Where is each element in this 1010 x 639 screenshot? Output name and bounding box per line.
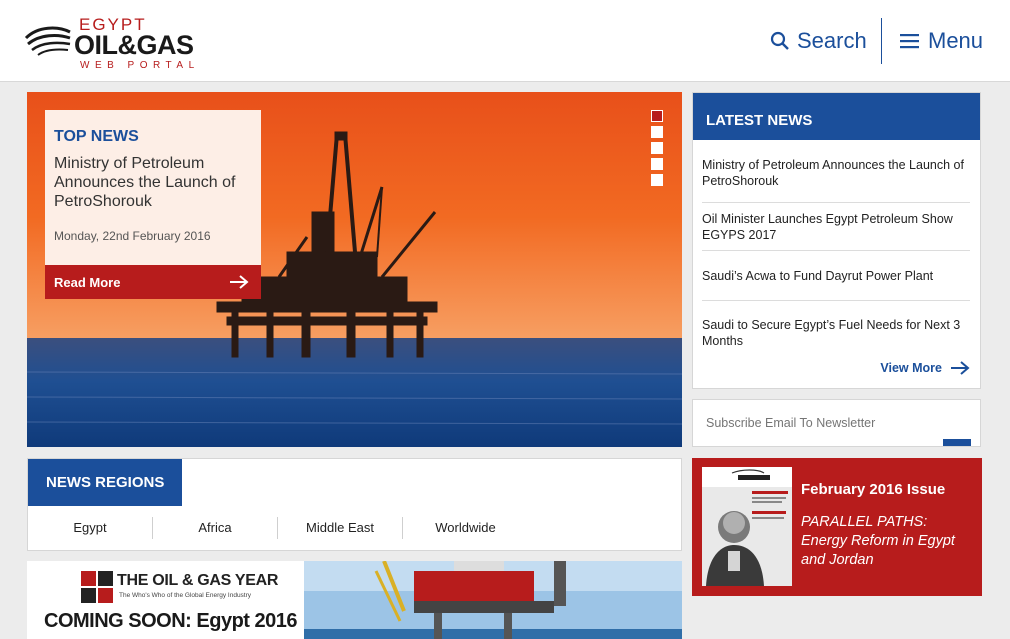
magazine-cover-image[interactable] (702, 467, 792, 586)
latest-news-list: Ministry of Petroleum Announces the Laun… (693, 140, 980, 361)
top-news-label: TOP NEWS (54, 128, 139, 145)
slider-pagination (651, 110, 663, 186)
magazine-issue-panel[interactable]: February 2016 Issue PARALLEL PATHS: Ener… (692, 458, 982, 596)
search-button[interactable]: Search (770, 26, 867, 56)
search-label: Search (797, 28, 867, 53)
subscribe-submit-button[interactable] (943, 439, 971, 446)
hero-slider[interactable]: TOP NEWS Ministry of Petroleum Announces… (27, 92, 682, 447)
latest-news-heading: LATEST NEWS (693, 93, 980, 140)
region-tab-egypt[interactable]: Egypt (28, 517, 153, 539)
news-item[interactable]: Oil Minister Launches Egypt Petroleum Sh… (702, 203, 970, 251)
menu-label: Menu (928, 28, 984, 53)
banner-rig-photo (304, 561, 682, 639)
hamburger-icon (900, 34, 919, 49)
region-tab-africa[interactable]: Africa (153, 517, 278, 539)
site-logo[interactable]: EGYPT OIL&GAS WEB PORTAL (24, 14, 234, 71)
swoosh-icon (24, 26, 71, 56)
cover-illustration (702, 467, 792, 586)
banner-headline: COMING SOON: Egypt 2016 (44, 610, 298, 632)
slide-dot-2[interactable] (651, 126, 663, 138)
region-tabs: Egypt Africa Middle East Worldwide (28, 517, 528, 539)
newsletter-subscribe (692, 399, 981, 447)
read-more-label: Read More (54, 274, 121, 290)
latest-news-panel: LATEST NEWS Ministry of Petroleum Announ… (692, 92, 981, 389)
news-item[interactable]: Saudi’s Acwa to Fund Dayrut Power Plant (702, 251, 970, 301)
view-more-link[interactable]: View More (880, 360, 970, 376)
togy-logo-icon (81, 571, 113, 603)
slide-dot-3[interactable] (651, 142, 663, 154)
news-regions-panel: NEWS REGIONS Egypt Africa Middle East Wo… (27, 458, 682, 551)
slide-dot-5[interactable] (651, 174, 663, 186)
view-more-label: View More (880, 361, 942, 375)
news-item[interactable]: Saudi to Secure Egypt’s Fuel Needs for N… (702, 301, 970, 361)
oil-gas-year-banner[interactable]: THE OIL & GAS YEAR The Who's Who of the … (27, 561, 682, 639)
banner-tagline: The Who's Who of the Global Energy Indus… (119, 592, 252, 599)
search-icon (770, 31, 789, 50)
slide-dot-1[interactable] (651, 110, 663, 122)
newsletter-email-input[interactable] (706, 416, 926, 430)
issue-description: PARALLEL PATHS: Energy Reform in Egypt a… (801, 514, 955, 568)
news-item[interactable]: Ministry of Petroleum Announces the Laun… (702, 140, 970, 203)
banner-text-area: THE OIL & GAS YEAR The Who's Who of the … (27, 561, 304, 639)
region-tab-middle-east[interactable]: Middle East (278, 517, 403, 539)
logo-oilgas-text: OIL&GAS (74, 30, 194, 60)
slide-dot-4[interactable] (651, 158, 663, 170)
arrow-right-icon (230, 275, 249, 289)
header-divider (881, 18, 882, 64)
read-more-button[interactable]: Read More (45, 265, 261, 299)
region-tab-worldwide[interactable]: Worldwide (403, 517, 528, 539)
banner-brand: THE OIL & GAS YEAR (117, 572, 279, 589)
news-regions-heading: NEWS REGIONS (28, 459, 182, 506)
logo-portal-text: WEB PORTAL (80, 60, 200, 71)
menu-button[interactable]: Menu (900, 26, 983, 56)
top-news-title[interactable]: Ministry of Petroleum Announces the Laun… (54, 154, 253, 211)
site-header: EGYPT OIL&GAS WEB PORTAL Search Menu (0, 0, 1010, 82)
issue-title: February 2016 Issue (801, 481, 946, 498)
top-news-date: Monday, 22nd February 2016 (54, 229, 211, 243)
arrow-right-icon (951, 361, 970, 375)
